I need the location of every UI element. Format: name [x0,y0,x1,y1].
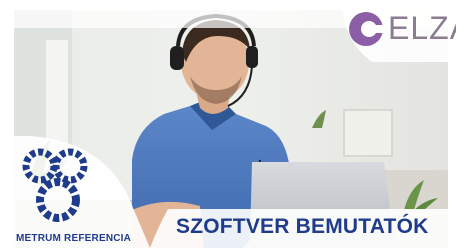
elza-logo-icon [349,12,385,46]
metrum-label: METRUM REFERENCIA [16,233,132,244]
cta-title[interactable]: SZOFTVER BEMUTATÓK [176,215,428,239]
metrum-badge [0,136,150,248]
brand-name: ELZA [388,10,456,46]
promo-banner[interactable]: ELZA METRUM REFERENCIA SZOFTVER BEMUTATÓ… [0,0,456,248]
